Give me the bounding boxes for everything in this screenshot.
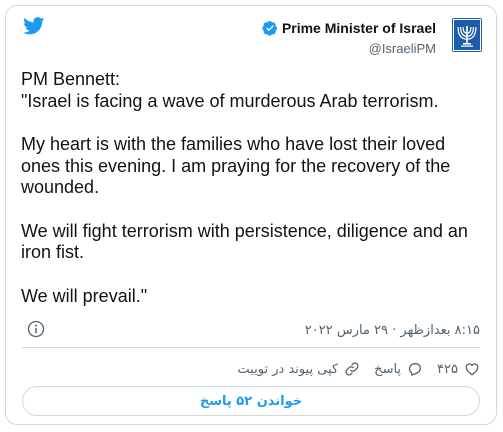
tweet-line: My heart is with the families who have l…	[21, 134, 451, 197]
twitter-bird-icon[interactable]	[23, 17, 45, 35]
tweet-line: We will fight terrorism with persistence…	[21, 220, 468, 263]
copy-link-label: کپی پیوند در توییت	[237, 361, 339, 377]
like-button[interactable]: ۴۲۵	[437, 361, 480, 377]
heart-icon	[465, 363, 479, 376]
like-count: ۴۲۵	[437, 361, 458, 377]
reply-button[interactable]: پاسخ	[374, 361, 423, 377]
copy-link-button[interactable]: کپی پیوند در توییت	[237, 361, 360, 377]
divider	[22, 347, 480, 348]
author-handle[interactable]: @IsraeliPM	[262, 41, 436, 56]
author-name[interactable]: Prime Minister of Israel	[282, 20, 436, 36]
menorah-emblem-icon[interactable]	[452, 18, 482, 52]
tweet-text: PM Bennett: "Israel is facing a wave of …	[21, 69, 483, 307]
action-bar: کپی پیوند در توییت پاسخ ۴۲۵	[237, 358, 480, 380]
tweet-line: We will prevail."	[21, 285, 148, 306]
link-icon	[345, 362, 359, 376]
verified-badge-icon	[262, 21, 277, 36]
author-block[interactable]: Prime Minister of Israel @IsraeliPM	[262, 20, 436, 56]
reply-label: پاسخ	[374, 361, 402, 377]
reply-bubble-icon	[409, 363, 422, 376]
tweet-card[interactable]: Prime Minister of Israel @IsraeliPM PM B…	[5, 5, 497, 425]
info-icon[interactable]	[27, 320, 45, 338]
read-replies-button[interactable]: خواندن ۵۲ پاسخ	[22, 386, 480, 416]
tweet-line: PM Bennett:	[21, 69, 121, 89]
tweet-timestamp[interactable]: ۸:۱۵ بعدازظهر · ۲۹ مارس ۲۰۲۲	[305, 323, 480, 338]
tweet-line: "Israel is facing a wave of murderous Ar…	[21, 90, 439, 111]
